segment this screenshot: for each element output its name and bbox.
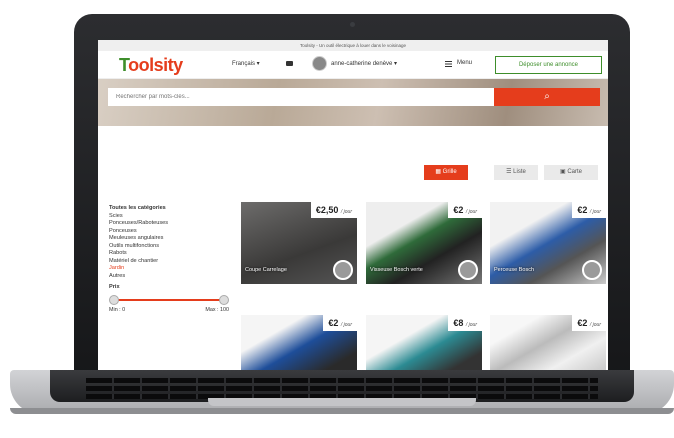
listing-price: €2 / jour [572,202,606,218]
listing-price: €2,50 / jour [310,202,357,218]
listing-title: Visseuse Bosch verte [370,267,423,273]
trackpad [208,398,476,406]
listing-title: Perceuse Bosch [494,267,535,273]
price-unit: / jour [589,322,601,328]
language-selector[interactable]: Français ▾ [232,60,260,67]
category-item[interactable]: Meuleuses angulaires [109,235,229,243]
price-max-label: Max : 100 [205,306,229,313]
listing-price: €8 / jour [448,315,482,331]
category-item[interactable]: Rabots [109,250,229,258]
search-icon: ⌕ [544,91,550,102]
laptop-base [10,370,674,414]
price-range-slider[interactable] [109,294,229,305]
category-item[interactable]: Outils multifonctions [109,243,229,251]
price-value: €2 [453,205,464,215]
category-item[interactable]: Autres [109,273,229,281]
listing-card[interactable]: €2 / jour Visseuse Bosch verte [366,202,482,284]
toolsity-logo[interactable]: Toolsity [119,55,183,76]
category-item[interactable]: Ponceuses/Raboteuses [109,220,229,228]
laptop-screen: Toolsity - Un outil électrique à louer d… [98,40,608,372]
listing-card[interactable]: €2 / jour [490,315,606,372]
hamburger-icon[interactable] [445,61,452,67]
category-all[interactable]: Toutes les catégories [109,205,229,213]
price-unit: / jour [465,209,477,215]
view-grid-label: Grille [442,169,457,175]
category-item[interactable]: Matériel de chantier [109,258,229,266]
price-value: €2 [577,318,588,328]
camera-icon [350,22,355,27]
price-min-label: Min : 0 [109,306,126,313]
listing-card[interactable]: €2 / jour [241,315,357,372]
menu-link[interactable]: Menu [457,60,472,66]
search-banner: ⌕ [98,79,608,126]
price-value: €2,50 [315,205,339,215]
view-map-label: Carte [567,169,582,175]
listing-title: Coupe Carrelage [245,267,287,273]
price-unit: / jour [340,322,352,328]
category-item[interactable]: Scies [109,213,229,221]
view-list-label: Liste [513,169,526,175]
price-unit: / jour [340,209,352,215]
category-item-jardin[interactable]: Jardin [109,265,229,273]
search-input[interactable] [108,88,494,106]
owner-avatar[interactable] [333,260,353,280]
price-unit: / jour [589,209,601,215]
price-max-handle[interactable] [219,294,229,305]
view-grid-button[interactable]: ▦ Grille [424,165,468,180]
post-listing-button[interactable]: Déposer une annonce [495,56,602,74]
price-value: €8 [453,318,464,328]
mail-icon[interactable] [286,61,293,66]
listing-price: €2 / jour [323,315,357,331]
listing-card[interactable]: €8 / jour [366,315,482,372]
category-item[interactable]: Ponceuses [109,228,229,236]
listing-price: €2 / jour [448,202,482,218]
laptop-lid: Toolsity - Un outil électrique à louer d… [74,14,630,379]
search-button[interactable]: ⌕ [494,88,600,106]
view-list-button[interactable]: ☰ Liste [494,165,538,180]
view-map-button[interactable]: ▣ Carte [544,165,598,180]
price-unit: / jour [465,322,477,328]
listing-card[interactable]: €2,50 / jour Coupe Carrelage [241,202,357,284]
site-header: Toolsity Français ▾ anne-catherine denèv… [98,51,608,79]
user-menu[interactable]: anne-catherine denève ▾ [331,60,397,67]
price-range-track [113,298,223,301]
owner-avatar[interactable] [582,260,602,280]
keyboard-row [86,386,598,391]
user-avatar[interactable] [312,56,327,71]
announcement-bar: Toolsity - Un outil électrique à louer d… [98,40,608,51]
keyboard-row [86,378,598,383]
filter-sidebar: Toutes les catégories Scies Ponceuses/Ra… [109,205,229,314]
price-value: €2 [328,318,339,328]
price-value: €2 [577,205,588,215]
price-filter-title: Prix [109,284,120,290]
base-edge [10,408,674,414]
listing-price: €2 / jour [572,315,606,331]
listing-card[interactable]: €2 / jour Perceuse Bosch [490,202,606,284]
price-min-handle[interactable] [109,294,119,305]
owner-avatar[interactable] [458,260,478,280]
